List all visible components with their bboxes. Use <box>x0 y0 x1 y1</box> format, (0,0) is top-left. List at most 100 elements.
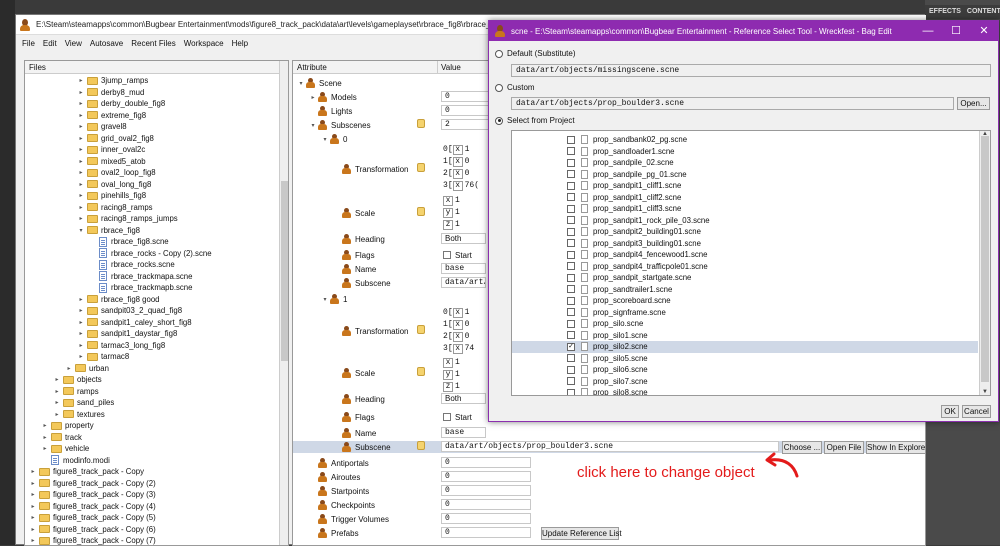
checked-checkbox-icon[interactable]: ✓ <box>567 342 575 351</box>
attribute-row[interactable]: Prefabs <box>293 527 437 539</box>
collapsed-arrow-icon[interactable]: ▸ <box>29 480 37 487</box>
collapsed-arrow-icon[interactable]: ▸ <box>77 307 85 314</box>
database-icon[interactable] <box>417 325 425 334</box>
file-tree-row[interactable]: ▸ tarmac3_long_fig8 <box>77 340 165 352</box>
tab-content[interactable]: CONTENT <box>967 8 1000 16</box>
collapsed-arrow-icon[interactable]: ▸ <box>53 388 61 395</box>
subscene-path-field[interactable]: data/art/objects/prop_boulder3.scne <box>441 441 779 452</box>
file-tree-row[interactable]: ▸ figure8_track_pack - Copy (2) <box>29 478 155 490</box>
attribute-row[interactable]: Name <box>293 263 437 275</box>
collapsed-arrow-icon[interactable]: ▸ <box>77 112 85 119</box>
matrix-cell[interactable]: 3[x 76( <box>443 180 479 191</box>
count-field[interactable]: 0 <box>441 513 531 524</box>
collapsed-arrow-icon[interactable]: ▸ <box>77 330 85 337</box>
radio-icon[interactable] <box>495 49 503 58</box>
matrix-cell[interactable]: x1 <box>443 195 460 206</box>
file-tree-row[interactable]: ▸ oval_long_fig8 <box>77 179 151 191</box>
project-list-scrollbar[interactable]: ▲ ▼ <box>979 131 990 395</box>
tab-effects[interactable]: EFFECTS <box>929 8 961 16</box>
matrix-cell[interactable]: 1[x 0 <box>443 156 469 167</box>
checkbox-icon[interactable] <box>567 388 575 395</box>
file-tree-row[interactable]: rbrace_rocks - Copy (2).scne <box>89 248 212 260</box>
file-tree-row[interactable]: ▸ rbrace_fig8 good <box>77 294 159 306</box>
collapsed-arrow-icon[interactable]: ▸ <box>77 353 85 360</box>
matrix-cell[interactable]: y1 <box>443 369 460 380</box>
attribute-row[interactable]: Heading <box>293 233 437 245</box>
project-list-item[interactable]: prop_silo6.scne <box>512 364 978 376</box>
update-reference-list-button[interactable]: Update Reference List <box>541 527 622 540</box>
menu-item-workspace[interactable]: Workspace <box>184 39 224 48</box>
file-tree-row[interactable]: ▸ sandpit1_daystar_fig8 <box>77 328 177 340</box>
flags-start-checkbox[interactable]: Start <box>443 249 472 261</box>
collapsed-arrow-icon[interactable]: ▸ <box>29 526 37 533</box>
database-icon[interactable] <box>417 441 425 450</box>
menu-item-view[interactable]: View <box>65 39 82 48</box>
collapsed-arrow-icon[interactable]: ▸ <box>41 434 49 441</box>
attribute-row[interactable]: Lights <box>293 105 437 117</box>
database-icon[interactable] <box>417 163 425 172</box>
file-tree-row[interactable]: rbrace_trackmapa.scne <box>89 271 192 283</box>
attribute-row[interactable]: Airoutes <box>293 471 437 483</box>
count-field[interactable]: 0 <box>441 499 531 510</box>
custom-radio[interactable]: Custom <box>495 83 535 92</box>
project-list-item[interactable]: prop_sandtrailer1.scne <box>512 284 978 296</box>
database-icon[interactable] <box>417 207 425 216</box>
close-icon[interactable]: ✕ <box>970 21 998 41</box>
checkbox-icon[interactable] <box>567 227 575 236</box>
project-list-item[interactable]: ✓ prop_silo2.scne <box>512 341 978 353</box>
radio-selected-icon[interactable] <box>495 116 503 125</box>
checkbox-icon[interactable] <box>567 273 575 282</box>
collapsed-arrow-icon[interactable]: ▸ <box>77 296 85 303</box>
collapsed-arrow-icon[interactable]: ▸ <box>77 89 85 96</box>
project-list-item[interactable]: prop_sandpit_startgate.scne <box>512 272 978 284</box>
radio-icon[interactable] <box>495 83 503 92</box>
database-icon[interactable] <box>417 367 425 376</box>
file-tree-row[interactable]: ▸ sandpit1_caley_short_fig8 <box>77 317 191 329</box>
file-tree-row[interactable]: ▸ figure8_track_pack - Copy (5) <box>29 512 155 524</box>
file-tree-row[interactable]: ▸ pinehills_fig8 <box>77 190 146 202</box>
project-list-item[interactable]: prop_silo7.scne <box>512 376 978 388</box>
project-list-item[interactable]: prop_sandpit4_trafficpole01.scne <box>512 261 978 273</box>
file-tree-row[interactable]: rbrace_trackmapb.scne <box>89 282 192 294</box>
file-tree-row[interactable]: ▸ figure8_track_pack - Copy (6) <box>29 524 155 536</box>
checkbox-icon[interactable] <box>567 296 575 305</box>
file-tree-row[interactable]: ▸ tarmac8 <box>77 351 129 363</box>
file-tree-row[interactable]: ▸ objects <box>53 374 101 386</box>
collapsed-arrow-icon[interactable]: ▸ <box>77 77 85 84</box>
project-list-item[interactable]: prop_sandpit1_cliff3.scne <box>512 203 978 215</box>
menu-item-recent-files[interactable]: Recent Files <box>131 39 175 48</box>
collapsed-arrow-icon[interactable]: ▸ <box>53 399 61 406</box>
file-tree-row[interactable]: ▸ ramps <box>53 386 98 398</box>
file-tree-row[interactable]: ▸ urban <box>65 363 108 375</box>
project-list-item[interactable]: prop_sandpit1_cliff1.scne <box>512 180 978 192</box>
checkbox-icon[interactable] <box>567 170 575 178</box>
count-field[interactable]: 0 <box>441 457 531 468</box>
database-icon[interactable] <box>417 119 425 128</box>
file-tree-row[interactable]: ▸ inner_oval2c <box>77 144 145 156</box>
expanded-arrow-icon[interactable]: ▾ <box>297 80 305 87</box>
collapsed-arrow-icon[interactable]: ▸ <box>77 342 85 349</box>
attribute-row[interactable]: Scale <box>293 367 437 379</box>
collapsed-arrow-icon[interactable]: ▸ <box>53 411 61 418</box>
file-tree-row[interactable]: ▸ figure8_track_pack - Copy (7) <box>29 535 155 545</box>
attribute-row[interactable]: ▾ Subscenes <box>293 119 437 131</box>
matrix-cell[interactable]: x1 <box>443 357 460 368</box>
file-tree-row[interactable]: ▸ figure8_track_pack - Copy (4) <box>29 501 155 513</box>
heading-select[interactable]: Both <box>441 233 486 244</box>
project-list-item[interactable]: prop_silo.scne <box>512 318 978 330</box>
subscene-field[interactable]: data/art/ <box>441 277 486 288</box>
expanded-arrow-icon[interactable]: ▾ <box>321 296 329 303</box>
checkbox-icon[interactable] <box>567 135 575 144</box>
attribute-row[interactable]: Scale <box>293 207 437 219</box>
menu-item-autosave[interactable]: Autosave <box>90 39 123 48</box>
attribute-row[interactable]: Heading <box>293 393 437 405</box>
collapsed-arrow-icon[interactable]: ▸ <box>77 181 85 188</box>
file-tree-row[interactable]: ▸ racing8_ramps_jumps <box>77 213 177 225</box>
expanded-arrow-icon[interactable]: ▾ <box>77 227 85 234</box>
attribute-row[interactable]: ▾ 1 <box>293 293 437 305</box>
checkbox-icon[interactable] <box>567 147 575 155</box>
matrix-cell[interactable]: 0[x 1 <box>443 307 469 318</box>
default-radio[interactable]: Default (Substitute) <box>495 49 575 58</box>
value-column-header[interactable]: Value <box>441 63 461 72</box>
name-field[interactable]: base <box>441 427 486 438</box>
